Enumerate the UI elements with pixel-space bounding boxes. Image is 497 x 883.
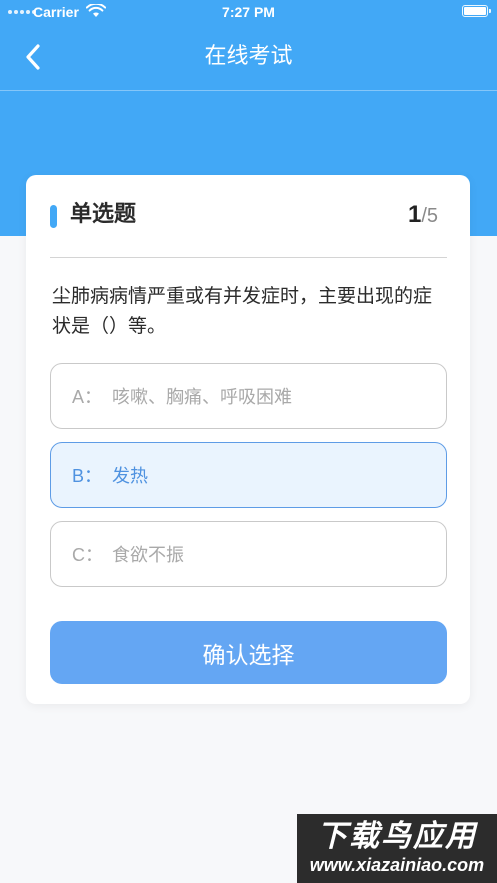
option-a[interactable]: A： 咳嗽、胸痛、呼吸困难 [50, 363, 447, 429]
question-current: 1 [407, 201, 422, 228]
question-counter: 1/5 [408, 201, 438, 232]
confirm-button[interactable]: 确认选择 [50, 621, 447, 684]
battery-level [464, 7, 486, 15]
status-time: 7:27 PM [222, 4, 275, 20]
option-c[interactable]: C： 食欲不振 [50, 521, 447, 587]
section-title: 单选题 [70, 202, 137, 227]
watermark-title: 下载鸟应用 [317, 819, 477, 854]
nav-bar: 在线考试 [0, 24, 497, 91]
option-text: 咳嗽、胸痛、呼吸困难 [112, 387, 292, 408]
option-letter: C： [72, 545, 103, 565]
option-text: 发热 [112, 466, 148, 487]
watermark-url: www.xiazainiao.com [309, 855, 485, 875]
question-text: 尘肺病病情严重或有并发症时，主要出现的症状是（）等。 [52, 285, 433, 337]
divider [50, 257, 447, 258]
option-b[interactable]: B： 发热 [50, 442, 447, 508]
watermark-logo: 下载鸟应用 www.xiazainiao.com [297, 814, 497, 883]
question-card: 单选题 1/5 尘肺病病情严重或有并发症时，主要出现的症状是（）等。 A： 咳嗽… [26, 175, 470, 704]
option-letter: B： [72, 466, 103, 486]
option-letter: A： [72, 387, 103, 407]
status-bar: Carrier 7:27 PM [0, 0, 497, 24]
option-text: 食欲不振 [112, 545, 184, 566]
page-title: 在线考试 [204, 44, 293, 69]
battery-icon [462, 5, 491, 17]
section-marker [50, 205, 57, 228]
question-total: /5 [421, 205, 438, 227]
